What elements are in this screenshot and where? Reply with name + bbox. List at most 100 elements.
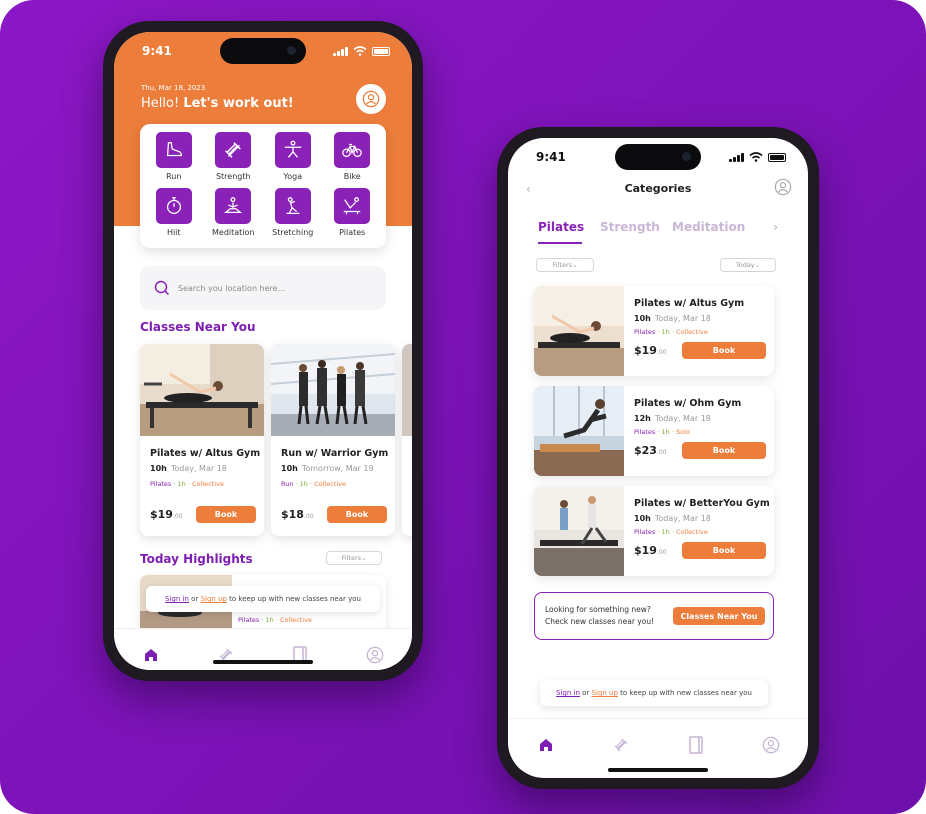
sign-up-link[interactable]: Sign up	[592, 689, 618, 697]
looking-for-new-box: Looking for something new? Check new cla…	[534, 592, 774, 640]
tag-type: Pilates	[634, 428, 656, 436]
category-label: Stretching	[272, 228, 314, 237]
category-label: Meditation	[212, 228, 255, 237]
sign-up-link[interactable]: Sign up	[201, 595, 227, 603]
pilates-icon	[344, 197, 361, 215]
price-value: $19	[150, 508, 173, 521]
date-dropdown[interactable]: Today ⌄	[720, 258, 776, 272]
signin-suffix: to keep up with new classes near you	[620, 689, 752, 697]
class-title: Pilates w/ BetterYou Gym	[634, 498, 770, 509]
date-label: Today	[735, 261, 755, 269]
search-bar[interactable]: Search you location here...	[140, 266, 386, 310]
tab-pilates[interactable]: Pilates	[538, 220, 584, 234]
class-meta: 10h Today, Mar 18	[634, 514, 711, 523]
price-cents: .00	[656, 449, 667, 456]
search-input[interactable]: Search you location here...	[178, 284, 285, 293]
category-label: Pilates	[339, 228, 366, 237]
category-label: Bike	[343, 172, 361, 181]
price-cents: .00	[303, 513, 314, 520]
tab-profile[interactable]	[760, 734, 782, 756]
tab-home[interactable]	[140, 644, 162, 666]
profile-icon	[774, 178, 792, 196]
tab-workouts[interactable]	[610, 734, 632, 756]
category-tabs: Pilates Strength Meditation ›	[538, 220, 788, 244]
tab-profile[interactable]	[364, 644, 386, 666]
class-title: Pilates w/ Altus Gym	[634, 298, 745, 309]
signin-suffix: to keep up with new classes near you	[229, 595, 361, 603]
profile-button[interactable]	[774, 178, 792, 200]
signal-icon	[729, 152, 744, 162]
class-card[interactable]: Run w/ Warrior Gym 10h Tomorrow, Mar 19 R…	[271, 344, 395, 536]
tab-strength[interactable]: Strength	[600, 220, 660, 234]
looking-line-2: Check new classes near you!	[545, 617, 655, 626]
page-title: Categories	[624, 182, 692, 195]
class-card[interactable]: Pilates w/ Altus Gym 10h Today, Mar 18 Pi…	[140, 344, 264, 536]
looking-line-1: Looking for something new?	[545, 605, 651, 614]
tab-meditation[interactable]: Meditation	[672, 220, 745, 234]
profile-icon	[362, 90, 380, 108]
class-photo	[140, 344, 264, 436]
category-grid: Run Strength Yoga Bike Hiit Meditation S…	[140, 124, 386, 248]
tab-bookings[interactable]	[685, 734, 707, 756]
filters-dropdown[interactable]: Filters ⌄	[536, 258, 594, 272]
chevron-down-icon: ⌄	[361, 554, 367, 562]
class-list-item[interactable]: Pilates w/ BetterYou Gym 10h Today, Mar 1…	[534, 486, 774, 576]
sign-in-link[interactable]: Sign in	[556, 689, 580, 697]
greeting: Hello! Let's work out!	[141, 96, 294, 111]
book-button[interactable]: Book	[682, 442, 766, 459]
home-indicator[interactable]	[608, 768, 708, 772]
classes-near-you-title: Classes Near You	[140, 320, 256, 334]
category-label: Strength	[215, 172, 251, 181]
avatar-button[interactable]	[356, 84, 386, 114]
classes-near-you-button[interactable]: Classes Near You	[673, 607, 765, 625]
chevron-down-icon: ⌄	[572, 261, 578, 269]
header-date: Thu, Mar 18, 2023	[141, 84, 206, 92]
category-yoga[interactable]: Yoga	[263, 132, 323, 188]
stopwatch-icon	[166, 197, 181, 214]
book-button[interactable]: Book	[682, 342, 766, 359]
tag-format: Collective	[191, 480, 224, 488]
book-button[interactable]: Book	[327, 506, 387, 523]
active-tab-underline	[538, 242, 582, 244]
book-button[interactable]: Book	[196, 506, 256, 523]
class-card-peek[interactable]	[402, 344, 412, 536]
tag-duration: 1h	[661, 428, 670, 436]
nav-bar: ‹ Categories	[508, 178, 808, 202]
home-icon	[145, 648, 158, 661]
category-run[interactable]: Run	[144, 132, 204, 188]
class-meta: 10h Today, Mar 18	[150, 464, 227, 473]
category-strength[interactable]: Strength	[204, 132, 264, 188]
class-list-item[interactable]: Pilates w/ Altus Gym 10h Today, Mar 18 Pi…	[534, 286, 774, 376]
class-photo	[271, 344, 395, 436]
category-stretching[interactable]: Stretching	[263, 188, 323, 244]
dynamic-island	[615, 144, 701, 170]
class-day: Tomorrow, Mar 19	[301, 464, 374, 473]
class-day: Today, Mar 18	[170, 464, 227, 473]
filters-dropdown[interactable]: Filters ⌄	[326, 551, 382, 565]
class-list-item[interactable]: Pilates w/ Ohm Gym 12h Today, Mar 18 Pila…	[534, 386, 774, 476]
category-pilates[interactable]: Pilates	[323, 188, 383, 244]
category-hiit[interactable]: Hiit	[144, 188, 204, 244]
class-title: Pilates w/ Altus Gym	[150, 448, 261, 459]
price-cents: .00	[656, 349, 667, 356]
class-time: 10h	[150, 464, 167, 473]
filters-label: Filters	[552, 261, 573, 269]
category-meditation[interactable]: Meditation	[204, 188, 264, 244]
tag-type: Pilates	[634, 528, 656, 536]
class-meta: 10h Tomorrow, Mar 19	[281, 464, 374, 473]
book-button[interactable]: Book	[682, 542, 766, 559]
price-cents: .00	[172, 513, 183, 520]
home-indicator[interactable]	[213, 660, 313, 664]
class-price: $18.00	[281, 508, 314, 521]
stretching-icon	[286, 197, 300, 214]
chevron-right-icon[interactable]: ›	[773, 220, 778, 234]
battery-icon	[768, 153, 786, 162]
sign-in-link[interactable]: Sign in	[165, 595, 189, 603]
wifi-icon	[353, 46, 367, 56]
category-bike[interactable]: Bike	[323, 132, 383, 188]
signin-banner: Sign in or Sign up to keep up with new c…	[146, 586, 380, 612]
status-time: 9:41	[142, 44, 172, 58]
tab-home[interactable]	[535, 734, 557, 756]
tag-format: Collective	[675, 328, 708, 336]
tag-format: Collective	[675, 528, 708, 536]
